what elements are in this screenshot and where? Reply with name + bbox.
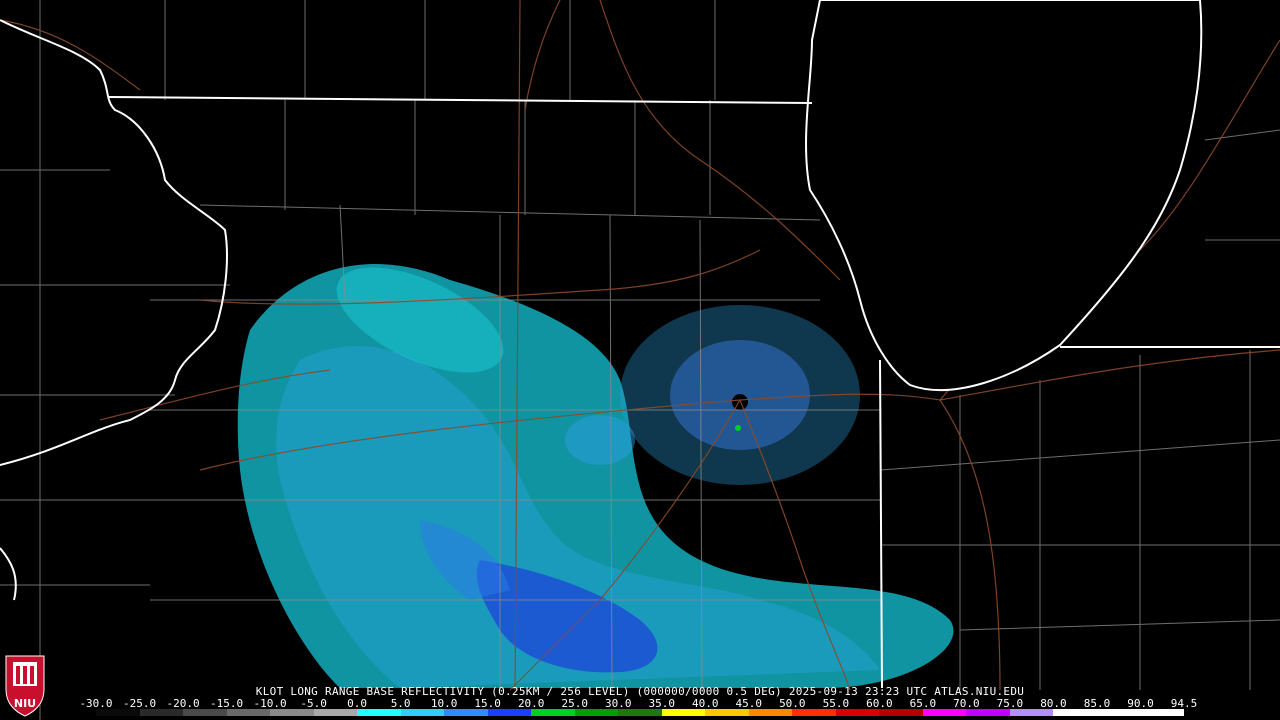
colorbar-segment (922, 709, 967, 716)
colorbar-segment (618, 709, 662, 716)
colorbar-labels: -30.0 -25.0 -20.0 -15.0 -10.0 -5.0 0.0 5.0 10.0 1… (79, 697, 1202, 710)
niu-logo-text: NIU (13, 697, 37, 710)
colorbar-segment (139, 709, 184, 716)
colorbar-segment (313, 709, 358, 716)
colorbar-segment (96, 709, 140, 716)
colorbar-segment (226, 709, 271, 716)
colorbar-segment (183, 709, 227, 716)
radar-map (0, 0, 1280, 720)
colorbar-segment (748, 709, 793, 716)
colorbar-segment (531, 709, 575, 716)
colorbar-segment (1096, 709, 1141, 716)
colorbar-segment (400, 709, 445, 716)
colorbar-segment (574, 709, 619, 716)
colorbar-segment (444, 709, 488, 716)
colorbar-segment (661, 709, 706, 716)
reflectivity-colorbar (96, 709, 1184, 716)
colorbar-segment (270, 709, 314, 716)
colorbar-segment (357, 709, 401, 716)
colorbar-segment (1140, 709, 1184, 716)
colorbar-segment (879, 709, 923, 716)
colorbar-segment (1009, 709, 1054, 716)
colorbar-segment (487, 709, 532, 716)
colorbar-segment (792, 709, 836, 716)
colorbar-segment (705, 709, 749, 716)
colorbar-segment (835, 709, 880, 716)
colorbar-segment (1053, 709, 1097, 716)
colorbar-segment (966, 709, 1010, 716)
